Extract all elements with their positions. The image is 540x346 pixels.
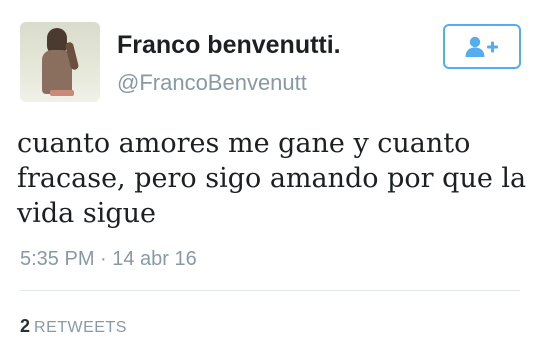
avatar-mark <box>50 90 74 96</box>
retweet-stats[interactable]: 2 RETWEETS <box>20 316 127 337</box>
divider <box>20 290 520 291</box>
tweet-text: cuanto amores me gane y cuanto fracase, … <box>17 128 527 229</box>
retweet-count: 2 <box>20 316 31 336</box>
follow-user-plus-icon <box>465 36 498 57</box>
tweet-timestamp[interactable]: 5:35 PM · 14 abr 16 <box>20 247 197 271</box>
retweet-label: RETWEETS <box>34 319 127 336</box>
author-name[interactable]: Franco benvenutti. <box>117 30 341 60</box>
follow-button[interactable] <box>443 24 521 69</box>
author-handle[interactable]: @FrancoBenvenutt <box>117 70 307 96</box>
avatar[interactable] <box>20 22 100 102</box>
